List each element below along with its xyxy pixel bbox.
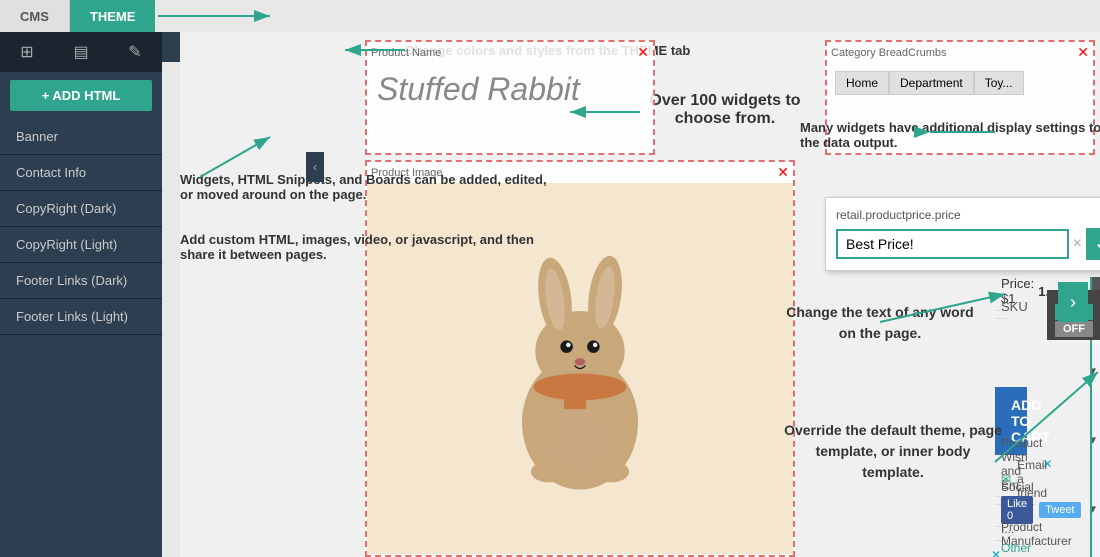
product-image-close-icon[interactable]: ✕ — [777, 164, 789, 181]
breadcrumb-department[interactable]: Department — [889, 71, 974, 95]
breadcrumb-toy[interactable]: Toy... — [974, 71, 1024, 95]
price-edit-input[interactable] — [836, 229, 1069, 259]
product-name-widget: Product Name ✕ Stuffed Rabbit — [365, 40, 655, 155]
rabbit-image-icon — [490, 244, 670, 494]
sidebar: ⊞ ▤ ✎ + ADD HTML Banner Contact Info Cop… — [0, 32, 162, 557]
theme-arrow-icon — [158, 4, 278, 28]
annotation-override-theme: Override the default theme, page templat… — [783, 420, 1003, 483]
grid-icon[interactable]: ⊞ — [0, 32, 54, 72]
twitter-tweet-button[interactable]: Tweet — [1039, 502, 1080, 518]
edit-icon[interactable]: ✎ — [108, 32, 162, 72]
category-label: Category BreadCrumbs — [831, 47, 947, 59]
expand-config-button[interactable]: › — [1058, 282, 1088, 322]
sidebar-item-copyright-dark[interactable]: CopyRight (Dark) — [0, 191, 162, 227]
product-title: Stuffed Rabbit — [367, 63, 653, 116]
cms-tab[interactable]: CMS — [0, 0, 70, 32]
price-edit-clear-button[interactable]: × — [1073, 235, 1082, 253]
theme-tab[interactable]: THEME — [70, 0, 156, 32]
table-icon[interactable]: ▤ — [54, 32, 108, 72]
product-image-widget: Product Image ✕ — [365, 160, 795, 557]
annotation-many-widgets: Many widgets have additional display set… — [800, 120, 1100, 150]
other-products-row[interactable]: Other products by Safe First — [995, 537, 1007, 557]
off-button[interactable]: OFF — [1055, 321, 1093, 337]
annotation-over100: Over 100 widgets to choose from. — [645, 92, 805, 128]
price-edit-confirm-button[interactable]: ✓ — [1086, 228, 1100, 260]
sidebar-item-banner[interactable]: Banner — [0, 119, 162, 155]
product-name-header: Product Name ✕ — [367, 42, 653, 63]
product-name-close-icon[interactable]: ✕ — [637, 44, 649, 61]
add-html-button[interactable]: + ADD HTML — [10, 80, 152, 111]
product-name-label: Product Name — [371, 47, 441, 59]
breadcrumb-home[interactable]: Home — [835, 71, 889, 95]
sidebar-item-contact-info[interactable]: Contact Info — [0, 155, 162, 191]
sidebar-item-copyright-light[interactable]: CopyRight (Light) — [0, 227, 162, 263]
price-edit-input-row: × ✓ ✕ — [836, 228, 1100, 260]
price-edit-path-label: retail.productprice.price — [836, 208, 1100, 222]
sku-label: SKU — [1001, 299, 1028, 314]
annotation-custom-html: Add custom HTML, images, video, or javas… — [180, 232, 550, 262]
sku-row: SKU — [995, 295, 1007, 319]
sidebar-icon-row: ⊞ ▤ ✎ — [0, 32, 162, 72]
sidebar-collapse-button[interactable]: ‹ — [162, 32, 180, 62]
sidebar-item-footer-links-dark[interactable]: Footer Links (Dark) — [0, 263, 162, 299]
category-header: Category BreadCrumbs ✕ — [827, 42, 1093, 63]
center-content: Change colors and styles from the THEME … — [180, 32, 1100, 557]
config-body: Page Template Store Default Inner Templa… — [1092, 308, 1100, 553]
price-edit-popup: retail.productprice.price × ✓ ✕ ✕ ✎ — [825, 197, 1100, 271]
breadcrumb: Home Department Toy... — [827, 63, 1093, 103]
sidebar-collapse-btn[interactable]: ‹ — [306, 152, 324, 182]
annotation-widgets: Widgets, HTML Snippets, and Boards can b… — [180, 172, 550, 202]
annotation-change-text: Change the text of any word on the page. — [780, 302, 980, 344]
category-close-icon[interactable]: ✕ — [1077, 44, 1089, 61]
sidebar-item-footer-links-light[interactable]: Footer Links (Light) — [0, 299, 162, 335]
